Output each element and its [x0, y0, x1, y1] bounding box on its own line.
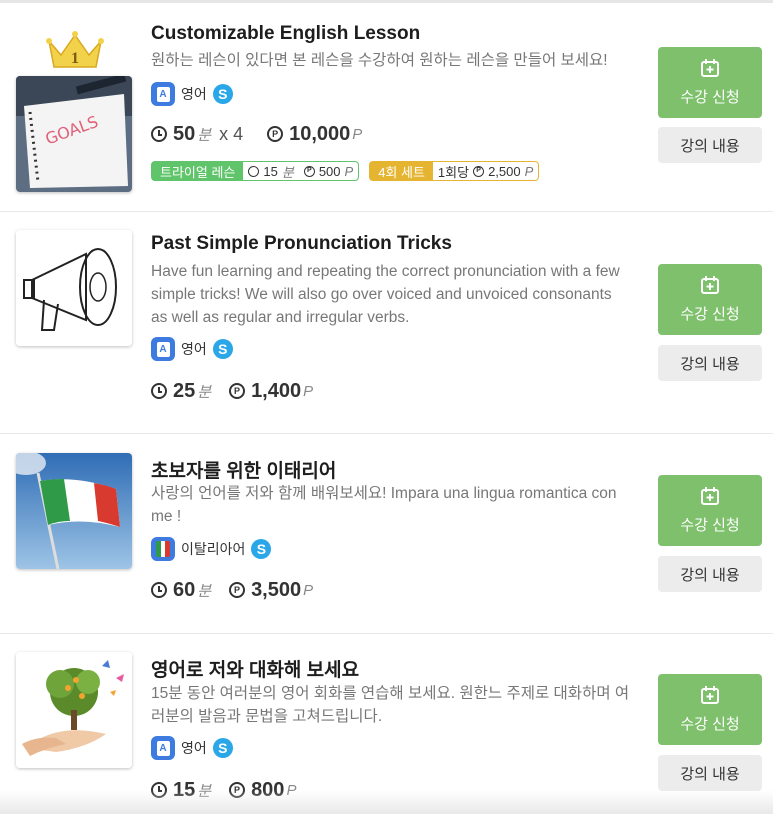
language-icon: A [151, 82, 175, 106]
enroll-label: 수강 신청 [680, 517, 740, 534]
set-price: 2,500 [488, 163, 521, 179]
lesson-meta: 25 분 P 1,400 P [151, 377, 313, 405]
enroll-button[interactable]: 수강 신청 [658, 475, 762, 546]
enroll-button[interactable]: 수강 신청 [658, 264, 762, 335]
point-coin-icon: P [303, 165, 315, 177]
lesson-content-button[interactable]: 강의 내용 [658, 345, 762, 381]
lesson-thumbnail[interactable]: GOALS [16, 76, 132, 192]
language-name: 이탈리아어 [181, 541, 246, 557]
lesson-meta: 50 분 x 4 P 10,000 P [151, 120, 362, 148]
set-badge[interactable]: 4회 세트 1회당 P 2,500 P [369, 161, 540, 181]
calendar-add-icon [701, 686, 719, 704]
language-row: A 영어 S [151, 336, 233, 362]
language-name: 영어 [181, 740, 207, 756]
lesson-title[interactable]: 영어로 저와 대화해 보세요 [151, 655, 359, 682]
lesson-description: Have fun learning and repeating the corr… [151, 263, 620, 326]
price-value: 1,400 [251, 379, 302, 402]
skype-icon: S [212, 84, 233, 104]
point-coin-icon: P [267, 126, 284, 142]
clock-icon [151, 582, 167, 598]
enroll-label: 수강 신청 [680, 306, 740, 323]
skype-icon: S [212, 738, 233, 758]
set-per: 1회당 [437, 164, 470, 180]
clock-icon [151, 126, 167, 142]
calendar-add-icon [701, 487, 719, 505]
point-coin-icon: P [229, 383, 246, 399]
language-icon: A [151, 736, 175, 760]
duration-unit: 분 [197, 383, 212, 401]
price-unit: P [303, 581, 314, 599]
lesson-description: 15분 동안 여러분의 영어 회화를 연습해 보세요. 원한느 주제로 대화하며… [151, 685, 630, 725]
price-value: 3,500 [251, 578, 302, 601]
lesson-thumbnail[interactable] [16, 453, 132, 569]
point-coin-icon: P [229, 582, 246, 598]
skype-icon: S [212, 339, 233, 359]
lesson-count: x 4 [219, 123, 244, 144]
lesson-card[interactable]: 1 GOALS Customizable English Lesson 원하는 … [0, 3, 773, 212]
skype-icon: S [251, 539, 272, 559]
lesson-description: 원하는 레슨이 있다면 본 레슨을 수강하여 원하는 레슨을 만들어 보세요! [151, 52, 608, 69]
clock-icon [151, 383, 167, 399]
lesson-title[interactable]: Past Simple Pronunciation Tricks [151, 233, 452, 255]
price-unit: P [352, 125, 363, 143]
lesson-title[interactable]: Customizable English Lesson [151, 23, 420, 45]
enroll-button[interactable]: 수강 신청 [658, 674, 762, 745]
price-unit: P [303, 382, 314, 400]
language-name: 영어 [181, 341, 207, 357]
clock-icon [248, 165, 260, 177]
language-row: 이탈리아어 S [151, 536, 272, 562]
set-label: 4회 세트 [370, 162, 433, 180]
duration-value: 25 [173, 379, 196, 402]
lesson-card[interactable]: 초보자를 위한 이태리어 사랑의 언어를 저와 함께 배워보세요! Impara… [0, 434, 773, 634]
lesson-description: 사랑의 언어를 저와 함께 배워보세요! Impara una lingua r… [151, 485, 617, 525]
lesson-card[interactable]: Past Simple Pronunciation Tricks Have fu… [0, 212, 773, 434]
rank-number: 1 [71, 50, 79, 67]
lesson-content-button[interactable]: 강의 내용 [658, 755, 762, 791]
lesson-content-button[interactable]: 강의 내용 [658, 127, 762, 163]
language-icon: A [151, 337, 175, 361]
enroll-button[interactable]: 수강 신청 [658, 47, 762, 118]
lesson-content-button[interactable]: 강의 내용 [658, 556, 762, 592]
language-name: 영어 [181, 86, 207, 102]
lesson-title[interactable]: 초보자를 위한 이태리어 [151, 456, 336, 483]
crown-rank-icon: 1 [46, 31, 104, 68]
trial-label: 트라이얼 레슨 [152, 162, 244, 180]
language-row: A 영어 S [151, 81, 233, 107]
duration-unit: 분 [197, 126, 212, 144]
scroll-fade [0, 790, 773, 814]
calendar-add-icon [701, 59, 719, 77]
duration-value: 50 [173, 122, 196, 145]
trial-badge[interactable]: 트라이얼 레슨 15 분 P 500 P [151, 161, 360, 181]
offer-badges: 트라이얼 레슨 15 분 P 500 P 4회 세트 1회당 P 2,500 P [151, 161, 540, 181]
lesson-thumbnail[interactable] [16, 230, 132, 346]
calendar-add-icon [701, 276, 719, 294]
lesson-thumbnail[interactable] [16, 652, 132, 768]
enroll-label: 수강 신청 [680, 89, 740, 106]
price-value: 10,000 [289, 122, 351, 145]
lesson-meta: 60 분 P 3,500 P [151, 576, 313, 604]
trial-price: 500 [318, 163, 341, 179]
enroll-label: 수강 신청 [680, 716, 740, 733]
duration-unit: 분 [197, 582, 212, 600]
duration-value: 60 [173, 578, 196, 601]
lesson-card[interactable]: 영어로 저와 대화해 보세요 15분 동안 여러분의 영어 회화를 연습해 보세… [0, 634, 773, 814]
language-row: A 영어 S [151, 735, 233, 761]
italian-flag-icon [151, 537, 175, 561]
point-coin-icon: P [473, 165, 485, 177]
trial-duration: 15 [263, 163, 278, 179]
